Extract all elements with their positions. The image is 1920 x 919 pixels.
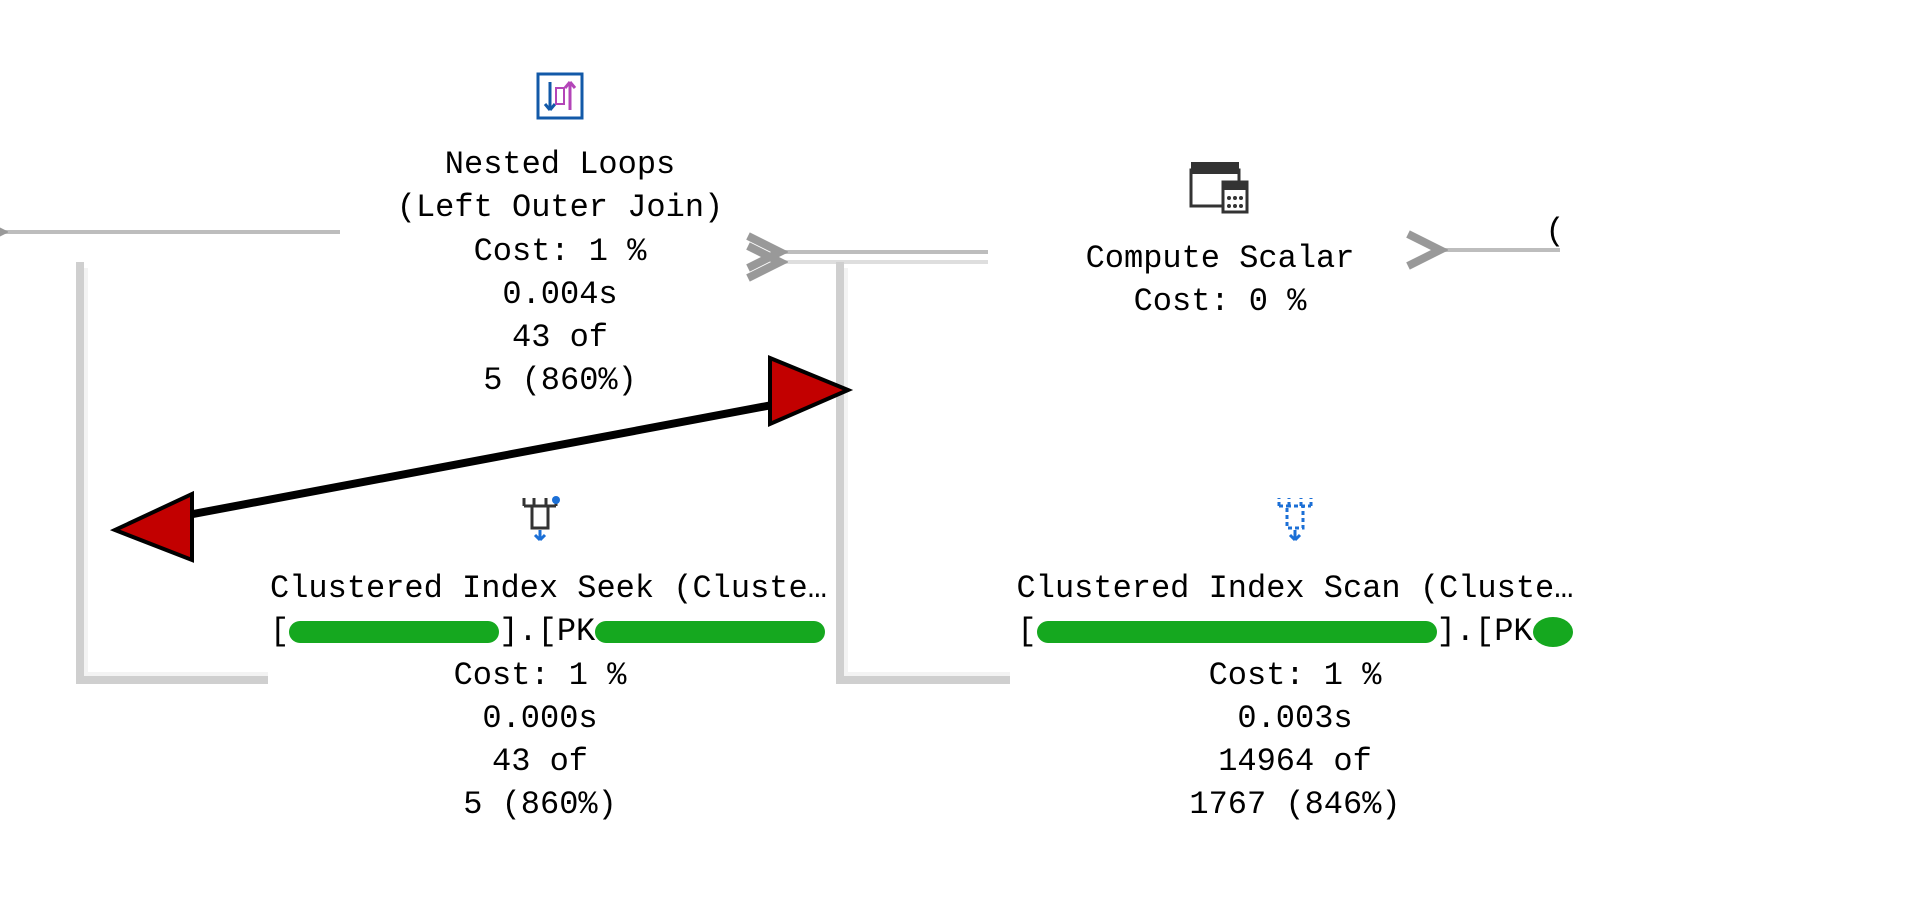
node-cost: Cost: 1 % xyxy=(270,654,810,697)
node-compute-scalar[interactable]: Compute Scalar Cost: 0 % xyxy=(1010,160,1430,324)
node-nested-loops[interactable]: Nested Loops (Left Outer Join) Cost: 1 %… xyxy=(350,70,770,402)
node-rows-2: 5 (860%) xyxy=(350,359,770,402)
node-object: [].[PK xyxy=(1015,610,1575,653)
node-rows-2: 1767 (846%) xyxy=(1015,783,1575,826)
node-time: 0.004s xyxy=(350,273,770,316)
node-title: Nested Loops xyxy=(350,143,770,186)
node-title: Clustered Index Scan (Cluste… xyxy=(1015,567,1575,610)
node-rows-1: 43 of xyxy=(350,316,770,359)
node-cost: Cost: 1 % xyxy=(350,230,770,273)
node-time: 0.000s xyxy=(270,697,810,740)
node-cost: Cost: 0 % xyxy=(1010,280,1430,323)
redacted-text xyxy=(1533,617,1573,647)
node-rows-1: 14964 of xyxy=(1015,740,1575,783)
compute-scalar-icon xyxy=(1010,160,1430,229)
redacted-text xyxy=(289,621,499,643)
node-rows-1: 43 of xyxy=(270,740,810,783)
nested-loops-icon xyxy=(350,70,770,135)
index-seek-icon xyxy=(270,490,810,559)
redacted-text xyxy=(595,621,825,643)
node-index-scan[interactable]: Clustered Index Scan (Cluste… [].[PK Cos… xyxy=(1015,490,1575,826)
node-time: 0.003s xyxy=(1015,697,1575,740)
node-subtitle: (Left Outer Join) xyxy=(350,186,770,229)
index-scan-icon xyxy=(1015,490,1575,559)
truncated-text: ( xyxy=(1540,210,1570,253)
node-title: Clustered Index Seek (Cluste… xyxy=(270,567,810,610)
node-cost: Cost: 1 % xyxy=(1015,654,1575,697)
node-object: [].[PK xyxy=(270,610,810,653)
node-index-seek[interactable]: Clustered Index Seek (Cluste… [].[PK Cos… xyxy=(270,490,810,826)
node-rows-2: 5 (860%) xyxy=(270,783,810,826)
redacted-text xyxy=(1037,621,1437,643)
node-title: Compute Scalar xyxy=(1010,237,1430,280)
